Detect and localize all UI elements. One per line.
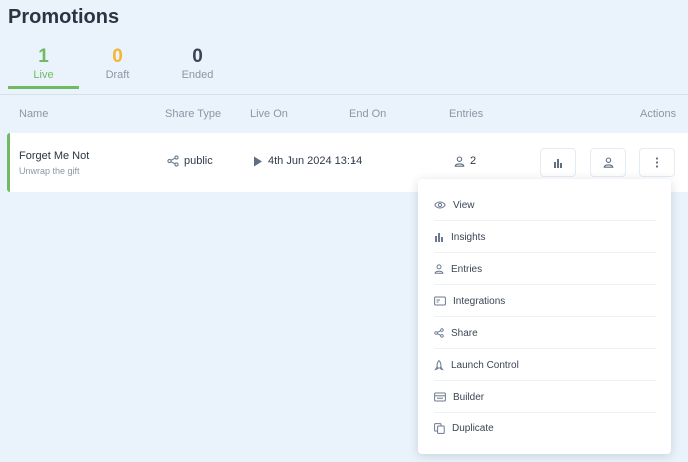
tab-live[interactable]: 1 Live xyxy=(8,46,79,89)
menu-item-label: Duplicate xyxy=(452,423,494,434)
live-on-cell: 4th Jun 2024 13:14 xyxy=(253,155,362,167)
tab-ended[interactable]: 0 Ended xyxy=(162,46,233,89)
menu-item-label: Insights xyxy=(451,231,486,243)
user-icon xyxy=(603,157,613,168)
menu-item-view[interactable]: View xyxy=(434,190,656,221)
eye-icon xyxy=(434,201,446,209)
column-header-entries: Entries xyxy=(449,108,484,120)
more-actions-button[interactable] xyxy=(639,148,675,177)
menu-item-builder[interactable]: Builder xyxy=(434,382,656,413)
share-type-value: public xyxy=(184,155,213,167)
share-icon xyxy=(434,328,444,338)
promotion-name: Forget Me Not xyxy=(19,150,90,162)
tab-draft[interactable]: 0 Draft xyxy=(82,46,153,89)
end-on-value: - xyxy=(352,155,356,167)
entries-button[interactable] xyxy=(590,148,626,177)
kebab-menu-icon xyxy=(655,157,659,168)
column-header-share-type: Share Type xyxy=(165,108,222,120)
bar-chart-icon xyxy=(435,233,443,242)
column-header-end-on: End On xyxy=(349,108,387,120)
menu-item-entries[interactable]: Entries xyxy=(434,254,656,285)
menu-item-label: Builder xyxy=(453,391,485,403)
draft-count: 0 xyxy=(112,46,123,67)
menu-item-label: Entries xyxy=(451,263,483,275)
menu-item-insights[interactable]: Insights xyxy=(434,222,656,253)
menu-item-label: Launch Control xyxy=(451,359,519,371)
share-icon xyxy=(167,155,179,167)
column-header-live-on: Live On xyxy=(250,108,288,120)
builder-icon xyxy=(434,392,446,402)
menu-item-label: Integrations xyxy=(453,295,506,307)
menu-item-integrations[interactable]: Integrations xyxy=(434,286,656,317)
promotion-subtitle: Unwrap the gift xyxy=(19,166,80,176)
share-type-cell: public xyxy=(167,155,213,167)
menu-item-duplicate[interactable]: Duplicate xyxy=(434,413,656,444)
column-header-name: Name xyxy=(19,108,49,120)
entries-value: 2 xyxy=(470,155,477,167)
user-icon xyxy=(454,155,465,167)
live-count: 1 xyxy=(38,46,49,67)
ended-label: Ended xyxy=(181,69,214,81)
header-divider xyxy=(0,94,688,95)
menu-item-label: View xyxy=(453,199,475,211)
menu-item-launch-control[interactable]: Launch Control xyxy=(434,350,656,381)
play-icon xyxy=(254,156,262,166)
entries-cell: 2 xyxy=(454,155,476,167)
ended-count: 0 xyxy=(192,46,203,67)
menu-item-label: Share xyxy=(451,327,478,339)
rocket-icon xyxy=(434,359,444,371)
duplicate-icon xyxy=(434,423,445,434)
insights-button[interactable] xyxy=(540,148,576,177)
live-label: Live xyxy=(33,69,54,81)
menu-item-share[interactable]: Share xyxy=(434,318,656,349)
user-icon xyxy=(434,264,444,274)
page-title: Promotions xyxy=(8,6,120,28)
column-header-actions: Actions xyxy=(640,108,677,120)
bar-chart-icon xyxy=(554,158,562,168)
live-on-value: 4th Jun 2024 13:14 xyxy=(268,155,363,167)
draft-label: Draft xyxy=(105,69,130,81)
integrations-icon xyxy=(434,296,446,306)
actions-dropdown-menu: View Insights Entries Integrations Share… xyxy=(418,179,671,454)
